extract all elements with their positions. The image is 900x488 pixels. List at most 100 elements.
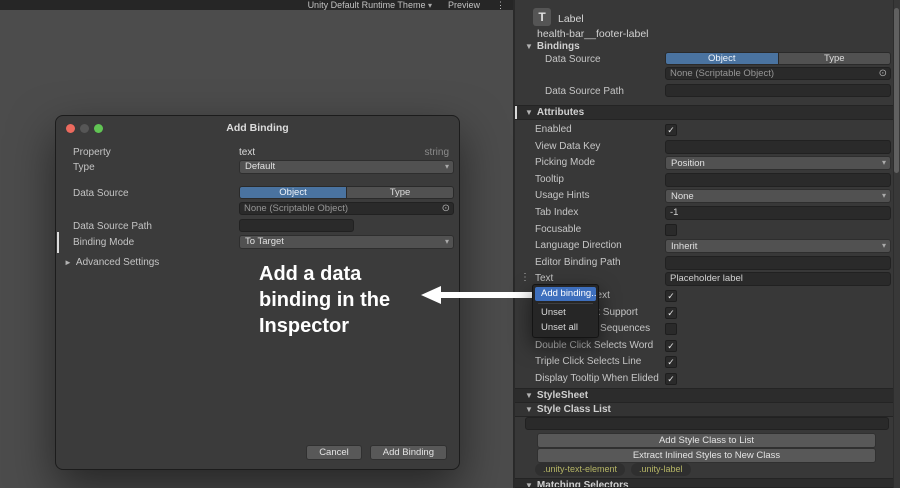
binding-mode-row: Binding Mode To Target ▾ xyxy=(56,235,459,251)
tab-object[interactable]: Object xyxy=(239,186,347,199)
attribute-control xyxy=(665,255,891,270)
attribute-label-tooltip: Tooltip xyxy=(535,173,564,185)
attribute-control: ✓ xyxy=(665,123,891,137)
inspector-data-source-path-row: Data Source Path xyxy=(515,84,900,98)
style-class-input-row xyxy=(525,417,889,430)
more-options-icon[interactable]: ⋮ xyxy=(496,0,505,10)
attribute-control xyxy=(665,223,891,237)
attribute-label-display-tooltip-when-elided: Display Tooltip When Elided xyxy=(535,372,659,384)
attribute-control: None ▾ xyxy=(665,189,891,204)
data-source-path-field[interactable] xyxy=(239,219,354,232)
attribute-row-focusable: Focusable xyxy=(515,222,900,239)
foldout-closed-icon: ► xyxy=(64,258,72,267)
attribute-row-triple-click-selects-line: Triple Click Selects Line ✓ xyxy=(515,354,900,371)
tab-type[interactable]: Type xyxy=(778,52,891,65)
row-options-icon[interactable]: ⋮ xyxy=(520,273,530,283)
stylesheet-title: StyleSheet xyxy=(536,390,589,401)
style-class-list-header[interactable]: ▼ Style Class List xyxy=(515,402,900,417)
style-class-list-title: Style Class List xyxy=(536,404,611,415)
chevron-down-icon: ▾ xyxy=(881,191,886,201)
foldout-open-icon: ▼ xyxy=(525,391,533,400)
zoom-window-button[interactable] xyxy=(94,124,103,133)
object-picker-icon[interactable]: ⊙ xyxy=(879,68,887,79)
focus-indicator xyxy=(515,106,517,119)
checkbox-double-click-selects-word[interactable]: ✓ xyxy=(665,339,677,352)
type-label: Type xyxy=(73,162,95,173)
data-source-row: Data Source Object Type xyxy=(56,186,459,202)
canvas-toolbar: Unity Default Runtime Theme ▾ Preview ⋮ xyxy=(0,0,513,10)
dropdown-picking-mode[interactable]: Position ▾ xyxy=(665,156,891,171)
close-window-button[interactable] xyxy=(66,124,75,133)
add-style-class-button[interactable]: Add Style Class to List xyxy=(537,433,876,448)
minimize-window-button[interactable] xyxy=(80,124,89,133)
text-field-tooltip[interactable] xyxy=(665,172,891,187)
foldout-open-icon: ▼ xyxy=(525,405,533,414)
attribute-row-enabled: Enabled ✓ xyxy=(515,122,900,139)
tab-object[interactable]: Object xyxy=(665,52,779,65)
binding-mode-dropdown[interactable]: To Target ▾ xyxy=(239,235,454,249)
object-reference-value: None (Scriptable Object) xyxy=(244,203,349,214)
checkbox-display-tooltip-when-elided[interactable]: ✓ xyxy=(665,372,677,385)
object-reference-field[interactable]: None (Scriptable Object) ⊙ xyxy=(239,202,454,215)
style-class-pill-unity-text-element[interactable]: .unity-text-element xyxy=(535,463,626,476)
checkbox-focusable[interactable] xyxy=(665,223,677,236)
matching-selectors-header[interactable]: ▼ Matching Selectors xyxy=(515,478,900,488)
object-picker-icon[interactable]: ⊙ xyxy=(442,203,450,214)
attribute-control: ✓ xyxy=(665,372,891,386)
annotation-line-1: Add a data xyxy=(259,263,362,285)
dropdown-usage-hints[interactable]: None ▾ xyxy=(665,189,891,204)
element-name[interactable]: health-bar__footer-label xyxy=(537,28,649,40)
attributes-section-header[interactable]: ▼ Attributes xyxy=(515,105,900,120)
attribute-label-language-direction: Language Direction xyxy=(535,240,622,252)
chevron-down-icon: ▾ xyxy=(444,237,449,246)
dropdown-language-direction[interactable]: Inherit ▾ xyxy=(665,239,891,254)
object-reference-value: None (Scriptable Object) xyxy=(670,68,775,79)
text-field-tab-index[interactable]: -1 xyxy=(665,205,891,220)
checkbox-enable-rich-text[interactable]: ✓ xyxy=(665,289,677,302)
object-reference-field[interactable]: None (Scriptable Object) ⊙ xyxy=(665,67,891,80)
menu-item-unset-all[interactable]: Unset all xyxy=(535,321,596,335)
style-class-input[interactable] xyxy=(525,417,889,430)
dropdown-value: Position xyxy=(671,158,705,170)
type-dropdown[interactable]: Default ▾ xyxy=(239,160,454,174)
stylesheet-section-header[interactable]: ▼ StyleSheet xyxy=(515,388,900,403)
checkbox-parse-escape-sequences[interactable] xyxy=(665,323,677,336)
data-source-label: Data Source xyxy=(73,188,129,199)
data-source-path-field[interactable] xyxy=(665,84,891,97)
advanced-settings-foldout[interactable]: ► Advanced Settings xyxy=(64,257,159,268)
dialog-titlebar[interactable]: Add Binding xyxy=(56,116,459,140)
property-label: Property xyxy=(73,147,111,158)
cancel-button[interactable]: Cancel xyxy=(306,445,362,460)
foldout-open-icon: ▼ xyxy=(525,481,533,488)
object-field-row: None (Scriptable Object) ⊙ xyxy=(56,202,459,218)
extract-inlined-styles-button[interactable]: Extract Inlined Styles to New Class xyxy=(537,448,876,463)
bindings-section-header[interactable]: ▼ Bindings xyxy=(525,41,580,52)
add-binding-button[interactable]: Add Binding xyxy=(369,445,447,460)
annotation-arrow xyxy=(421,286,534,304)
style-class-pill-unity-label[interactable]: .unity-label xyxy=(631,463,691,476)
menu-item-add-binding[interactable]: Add binding... xyxy=(535,287,596,301)
attribute-row-editor-binding-path: Editor Binding Path xyxy=(515,255,900,272)
checkbox-emoji-fallback-support[interactable]: ✓ xyxy=(665,306,677,319)
scrollbar-track[interactable] xyxy=(893,0,900,488)
advanced-settings-label: Advanced Settings xyxy=(75,257,160,268)
text-field-view-data-key[interactable] xyxy=(665,139,891,154)
preview-button[interactable]: Preview xyxy=(448,0,480,10)
checkbox-enabled[interactable]: ✓ xyxy=(665,124,677,136)
type-row: Type Default ▾ xyxy=(56,160,459,176)
data-source-tabs: Object Type xyxy=(665,52,891,65)
matching-selectors-title: Matching Selectors xyxy=(536,480,629,488)
attribute-row-tooltip: Tooltip xyxy=(515,172,900,189)
checkbox-triple-click-selects-line[interactable]: ✓ xyxy=(665,356,677,369)
style-class-pills: .unity-text-element .unity-label xyxy=(535,463,691,476)
tab-type[interactable]: Type xyxy=(347,186,454,199)
text-field-text[interactable]: Placeholder label xyxy=(665,272,891,287)
theme-dropdown[interactable]: Unity Default Runtime Theme ▾ xyxy=(308,0,432,10)
chevron-down-icon: ▾ xyxy=(427,0,432,10)
property-row: Property text string xyxy=(56,145,459,161)
inspector-object-field-row: None (Scriptable Object) ⊙ xyxy=(515,67,900,81)
menu-item-unset[interactable]: Unset xyxy=(535,306,596,320)
scrollbar-thumb[interactable] xyxy=(894,8,899,173)
add-binding-dialog: Add Binding Property text string Type De… xyxy=(55,115,460,470)
text-field-editor-binding-path[interactable] xyxy=(665,255,891,270)
